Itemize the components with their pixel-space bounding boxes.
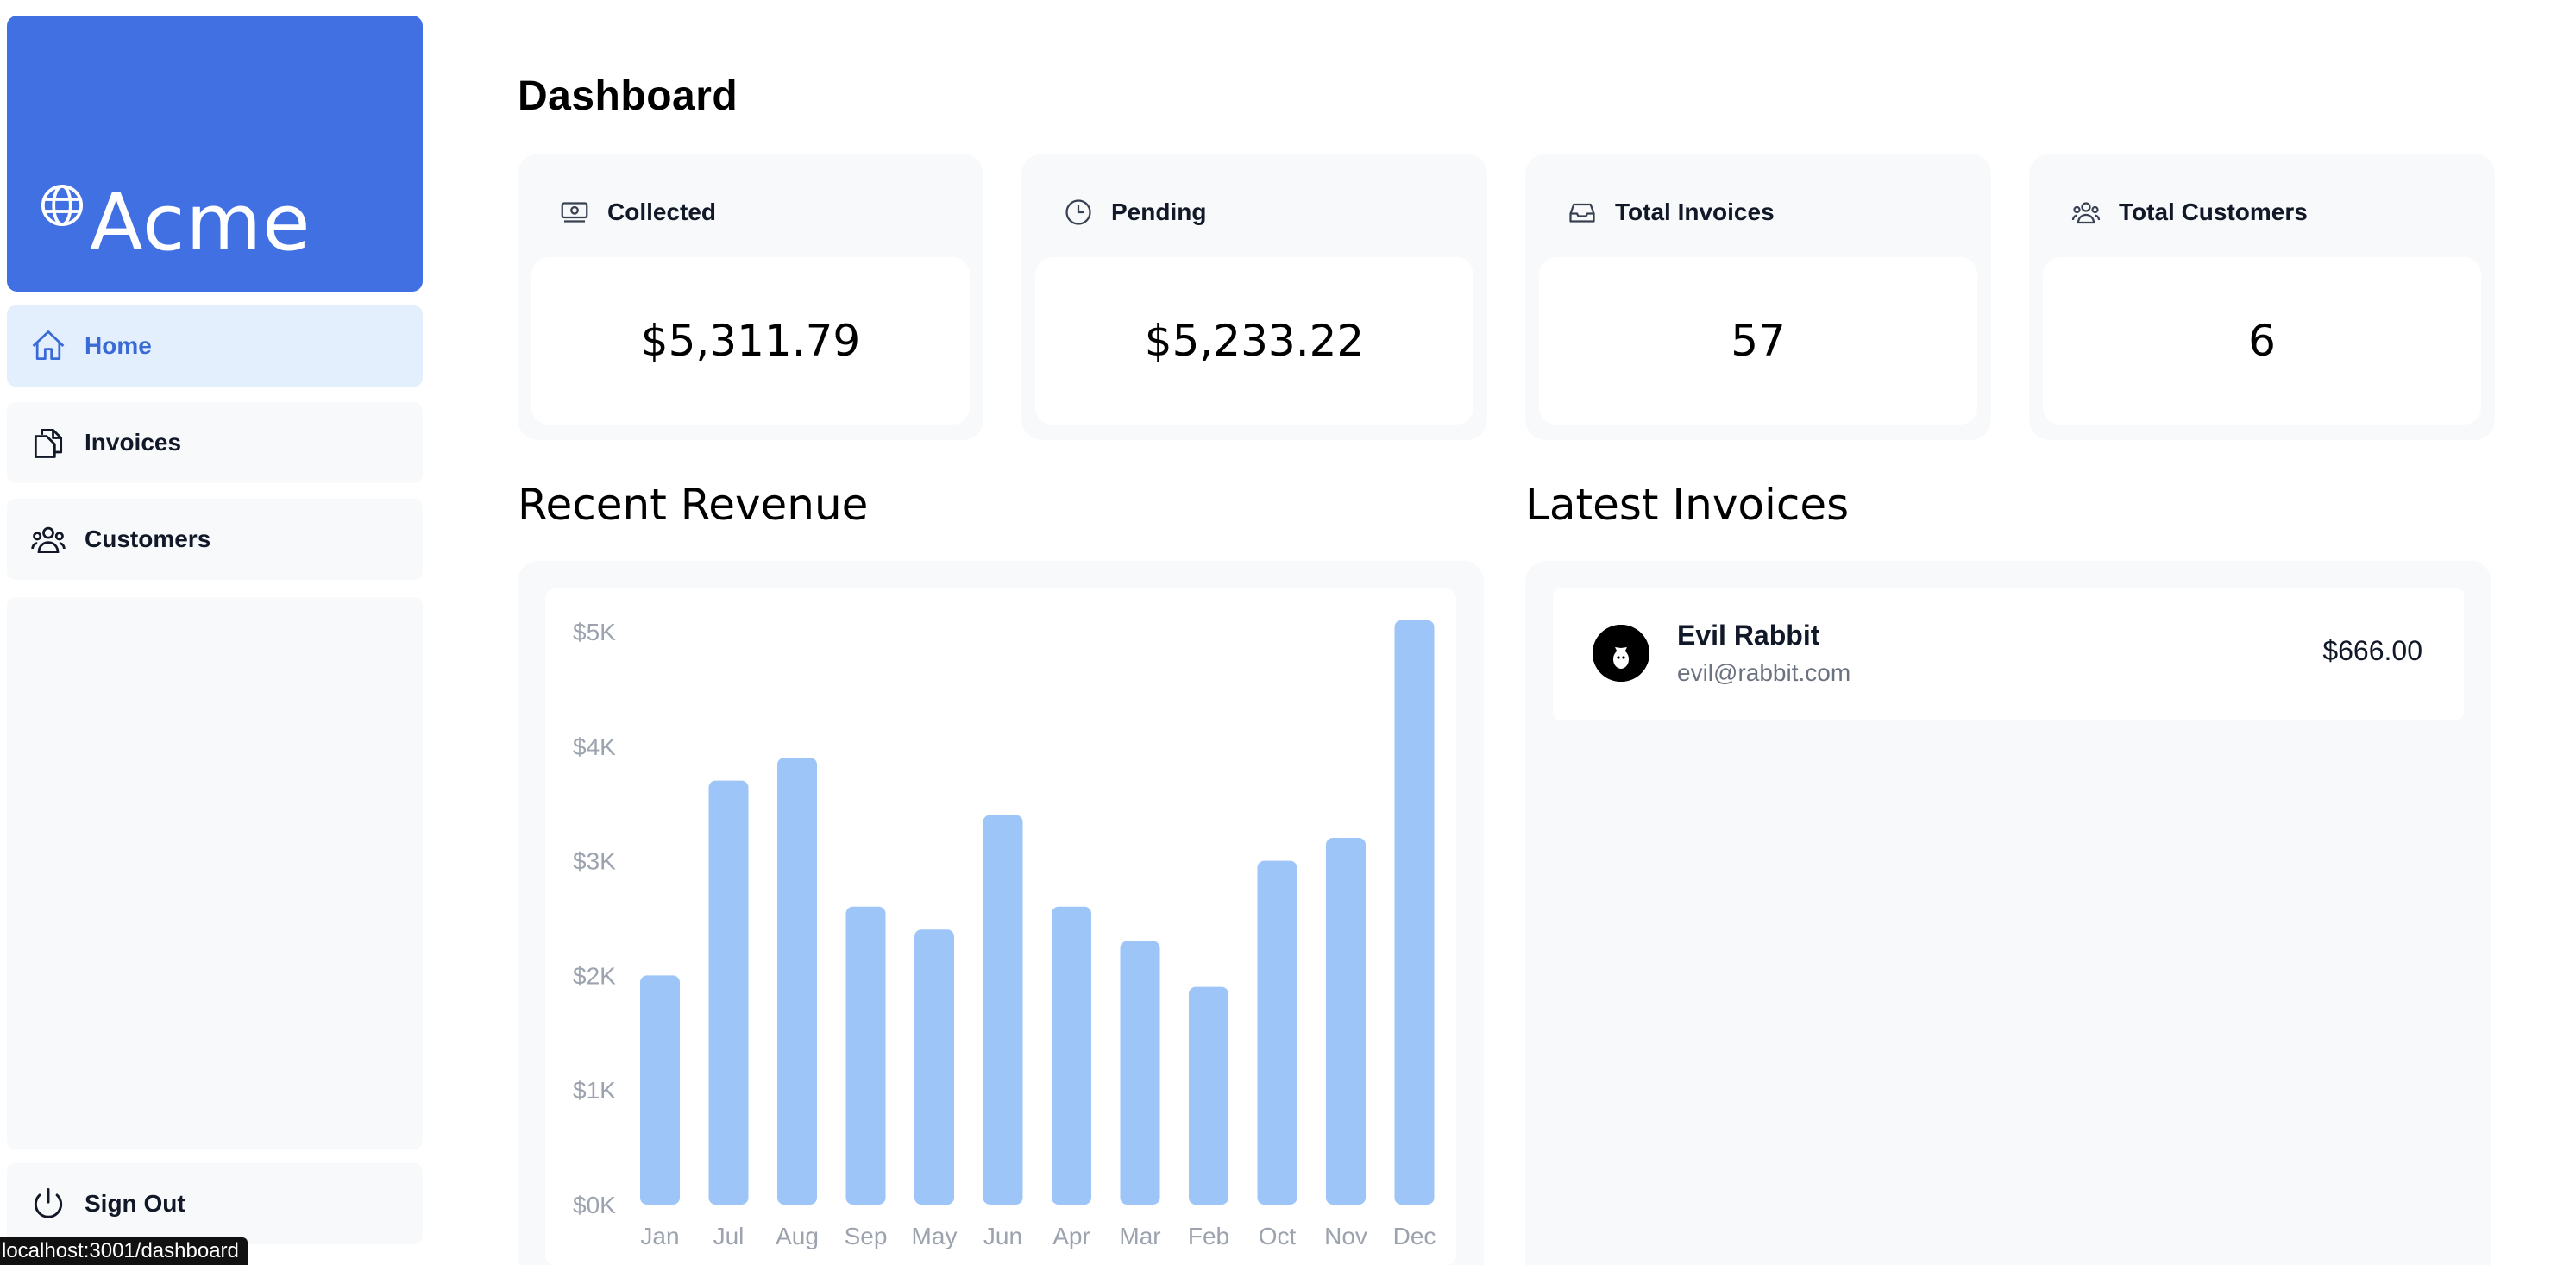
- x-tick-label: Jun: [983, 1223, 1022, 1249]
- card-value: $5,233.22: [1035, 257, 1473, 425]
- x-tick-label: Mar: [1119, 1223, 1160, 1249]
- sign-out-label: Sign Out: [85, 1190, 185, 1217]
- clock-icon: [1063, 197, 1094, 228]
- latest-invoices-panel: Evil Rabbit evil@rabbit.com $666.00: [1525, 561, 2491, 1265]
- x-tick-label: Apr: [1052, 1223, 1090, 1249]
- card-label: Collected: [607, 198, 717, 225]
- sign-out-button[interactable]: Sign Out: [7, 1163, 423, 1244]
- revenue-bar-sep: [845, 906, 886, 1205]
- brand-name: Acme: [90, 178, 311, 268]
- page-title: Dashboard: [518, 73, 738, 119]
- power-icon: [29, 1185, 67, 1223]
- card-pending: Pending $5,233.22: [1021, 154, 1487, 440]
- revenue-bar-dec: [1394, 620, 1435, 1205]
- x-tick-label: Sep: [845, 1223, 888, 1249]
- sidebar-item-invoices[interactable]: Invoices: [7, 402, 423, 483]
- x-tick-label: Nov: [1324, 1223, 1367, 1249]
- revenue-bar-mar: [1120, 941, 1160, 1205]
- revenue-bar-apr: [1052, 906, 1091, 1205]
- inbox-icon: [1567, 197, 1598, 228]
- sidebar-spacer: [7, 597, 423, 1149]
- card-value: 6: [2043, 257, 2481, 425]
- logo-block[interactable]: Acme: [7, 16, 423, 292]
- status-bar-url: localhost:3001/dashboard: [0, 1237, 248, 1265]
- y-tick-label: $1K: [573, 1077, 616, 1104]
- home-icon: [29, 327, 67, 365]
- revenue-bar-aug: [777, 758, 817, 1205]
- revenue-bar-jan: [640, 975, 680, 1205]
- sidebar-item-label: Home: [85, 332, 152, 359]
- banknotes-icon: [559, 197, 590, 228]
- y-tick-label: $5K: [573, 619, 616, 645]
- user-group-icon: [29, 520, 67, 558]
- x-tick-label: Dec: [1393, 1223, 1436, 1249]
- card-header: Total Invoices: [1567, 197, 1775, 228]
- latest-invoices-title: Latest Invoices: [1525, 480, 1850, 530]
- card-value: 57: [1539, 257, 1977, 425]
- app-root: Acme Home Invoices Customers Sign Out Da…: [0, 0, 2576, 1265]
- document-duplicate-icon: [29, 424, 67, 462]
- x-tick-label: Aug: [776, 1223, 819, 1249]
- card-header: Collected: [559, 197, 716, 228]
- user-group-icon: [2070, 197, 2102, 228]
- card-collected: Collected $5,311.79: [518, 154, 983, 440]
- invoice-customer-email: evil@rabbit.com: [1677, 659, 1851, 686]
- revenue-bar-feb: [1189, 986, 1228, 1205]
- revenue-bar-jul: [708, 780, 749, 1205]
- revenue-chart: $5K $4K $3K $2K $1K $0K Jan Jul Aug Sep May Jun Apr M…: [545, 588, 1456, 1265]
- x-tick-label: May: [912, 1223, 958, 1249]
- revenue-bar-oct: [1257, 860, 1297, 1205]
- y-tick-label: $0K: [573, 1192, 616, 1218]
- y-tick-label: $2K: [573, 962, 616, 989]
- y-tick-label: $4K: [573, 733, 616, 760]
- card-total-customers: Total Customers 6: [2029, 154, 2495, 440]
- card-header: Total Customers: [2070, 197, 2308, 228]
- invoice-amount: $666.00: [2322, 635, 2422, 666]
- card-label: Total Invoices: [1615, 198, 1775, 225]
- card-label: Pending: [1111, 198, 1207, 225]
- invoice-customer-name: Evil Rabbit: [1677, 620, 1820, 651]
- x-tick-label: Feb: [1188, 1223, 1229, 1249]
- sidebar-item-label: Invoices: [85, 429, 182, 456]
- card-label: Total Customers: [2119, 198, 2308, 225]
- card-header: Pending: [1063, 197, 1206, 228]
- globe-icon: [41, 184, 84, 227]
- revenue-chart-panel: $5K $4K $3K $2K $1K $0K Jan Jul Aug Sep May Jun Apr M…: [518, 561, 1484, 1265]
- sidebar-item-customers[interactable]: Customers: [7, 499, 423, 580]
- invoice-row[interactable]: Evil Rabbit evil@rabbit.com $666.00: [1553, 588, 2464, 720]
- revenue-bar-jun: [983, 815, 1023, 1205]
- sidebar-item-home[interactable]: Home: [7, 305, 423, 387]
- evil-rabbit-avatar: [1593, 625, 1649, 682]
- x-tick-label: Oct: [1259, 1223, 1297, 1249]
- revenue-title: Recent Revenue: [518, 480, 869, 530]
- card-total-invoices: Total Invoices 57: [1525, 154, 1991, 440]
- card-value: $5,311.79: [531, 257, 970, 425]
- revenue-bar-nov: [1326, 838, 1366, 1205]
- x-tick-label: Jul: [713, 1223, 745, 1249]
- revenue-chart-svg: $5K $4K $3K $2K $1K $0K Jan Jul Aug Sep May Jun Apr M…: [573, 619, 1436, 1249]
- revenue-bar-may: [914, 929, 954, 1205]
- x-tick-label: Jan: [640, 1223, 679, 1249]
- y-tick-label: $3K: [573, 848, 616, 875]
- sidebar-item-label: Customers: [85, 526, 211, 552]
- sidebar: Acme Home Invoices Customers Sign Out: [7, 16, 423, 1265]
